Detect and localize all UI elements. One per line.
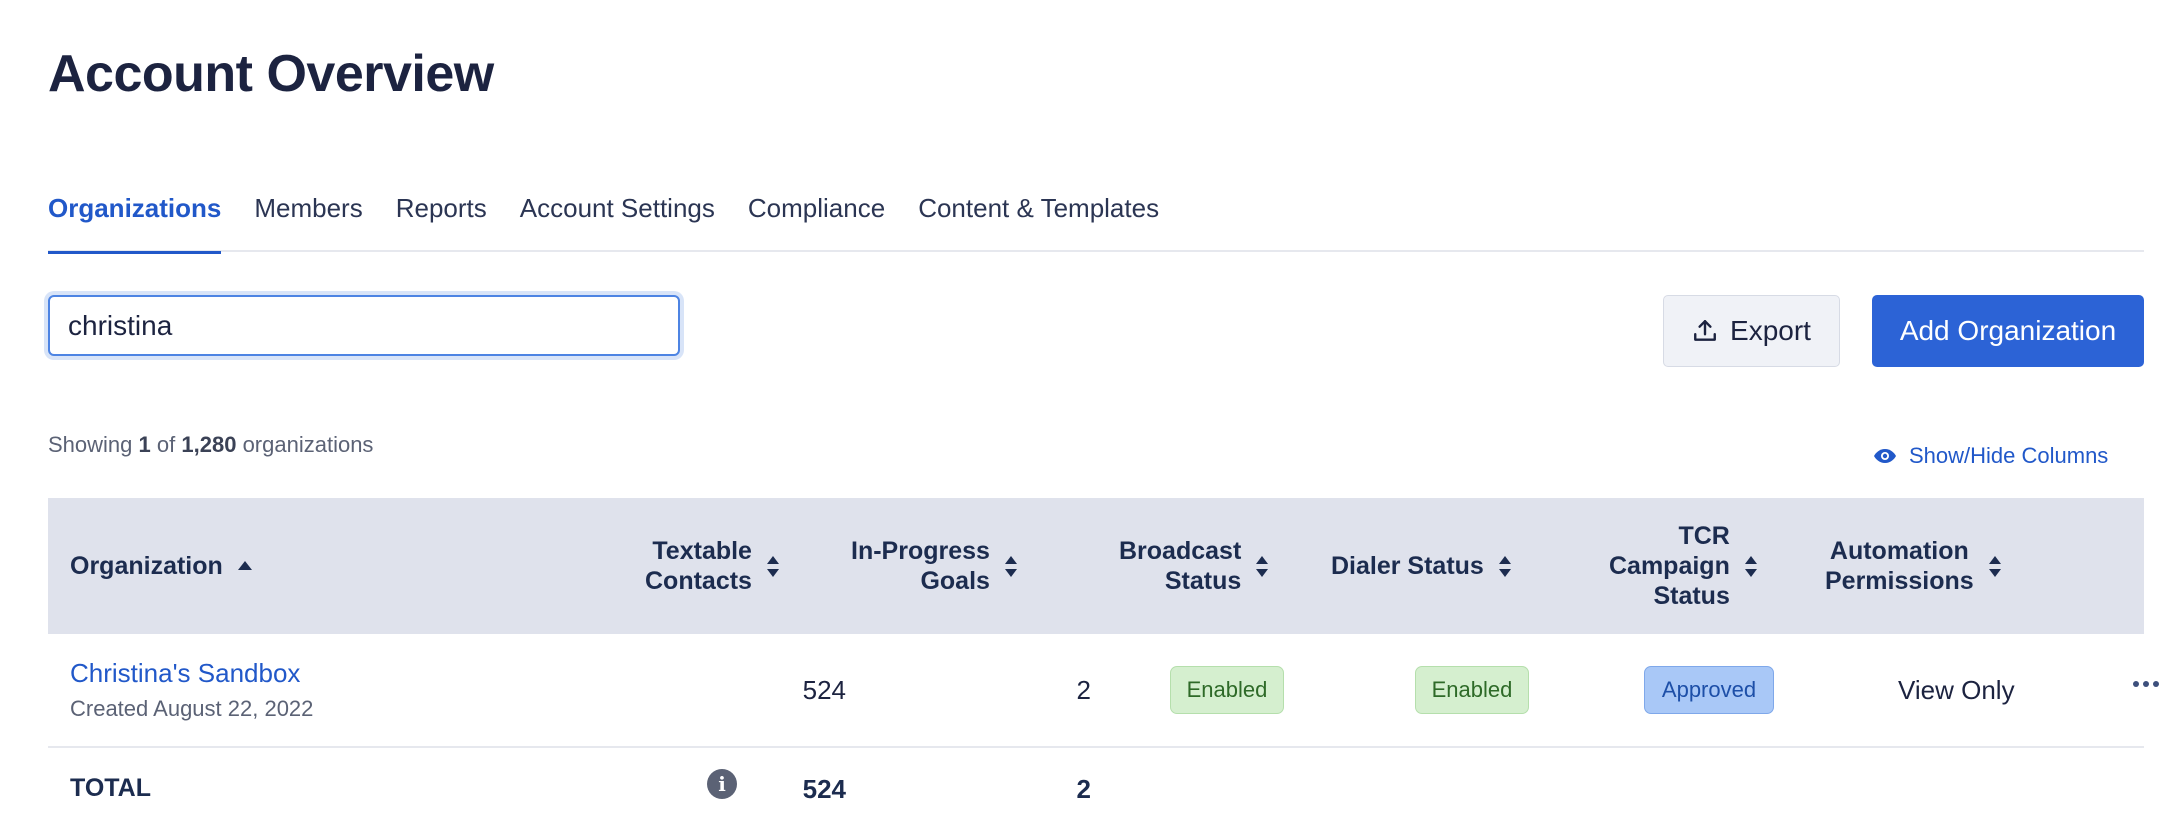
table-row: Christina's Sandbox Created August 22, 2… <box>48 634 2159 748</box>
tab-account-settings[interactable]: Account Settings <box>520 190 715 252</box>
sort-icon <box>1255 555 1269 577</box>
sort-asc-icon <box>237 561 252 570</box>
column-header-organization[interactable]: Organization <box>70 551 253 581</box>
more-actions-icon[interactable] <box>2133 681 2159 687</box>
tcr-campaign-status-badge: Approved <box>1644 666 1774 714</box>
textable-contacts-value: 524 <box>802 675 846 705</box>
export-button[interactable]: Export <box>1663 295 1840 367</box>
sort-icon <box>1004 555 1018 577</box>
info-icon[interactable]: i <box>707 769 737 799</box>
automation-permissions-value: View Only <box>1898 675 2015 705</box>
tab-bar: Organizations Members Reports Account Se… <box>48 190 2144 254</box>
tab-content-templates[interactable]: Content & Templates <box>918 190 1159 252</box>
broadcast-status-badge: Enabled <box>1170 666 1284 714</box>
tab-reports[interactable]: Reports <box>396 190 487 252</box>
total-in-progress-goals: 2 <box>1076 774 1091 804</box>
dialer-status-badge: Enabled <box>1415 666 1529 714</box>
tab-compliance[interactable]: Compliance <box>748 190 885 252</box>
sort-icon <box>1498 555 1512 577</box>
organization-link[interactable]: Christina's Sandbox <box>70 658 300 689</box>
in-progress-goals-value: 2 <box>1076 675 1091 705</box>
sort-icon <box>766 555 780 577</box>
sort-icon <box>1744 555 1758 577</box>
table-total-row: TOTAL i 524 2 <box>48 748 2144 828</box>
column-header-broadcast-status[interactable]: Broadcast Status <box>1119 536 1269 596</box>
tab-members[interactable]: Members <box>254 190 362 252</box>
total-label: TOTAL <box>70 774 152 802</box>
show-hide-columns-button[interactable]: Show/Hide Columns <box>1873 443 2108 469</box>
sort-icon <box>1988 555 2002 577</box>
eye-icon <box>1874 449 1896 463</box>
column-header-dialer-status[interactable]: Dialer Status <box>1331 551 1512 581</box>
export-label: Export <box>1730 315 1811 346</box>
total-textable-contacts: 524 <box>802 774 846 804</box>
column-header-textable-contacts[interactable]: Textable Contacts <box>645 536 780 596</box>
results-summary: Showing 1 of 1,280 organizations <box>48 432 374 457</box>
upload-icon <box>1694 320 1716 341</box>
add-organization-button[interactable]: Add Organization <box>1872 295 2144 367</box>
search-input[interactable] <box>48 295 680 356</box>
organization-created-date: Created August 22, 2022 <box>70 696 314 721</box>
tab-organizations[interactable]: Organizations <box>48 190 222 254</box>
column-header-in-progress-goals[interactable]: In-Progress Goals <box>851 536 1018 596</box>
page-title: Account Overview <box>48 45 494 103</box>
column-header-tcr-campaign-status[interactable]: TCR Campaign Status <box>1609 521 1758 611</box>
table-header: Organization Textable Contacts In-Progres… <box>48 498 2144 634</box>
column-header-automation-permissions[interactable]: Automation Permissions <box>1825 536 2002 596</box>
